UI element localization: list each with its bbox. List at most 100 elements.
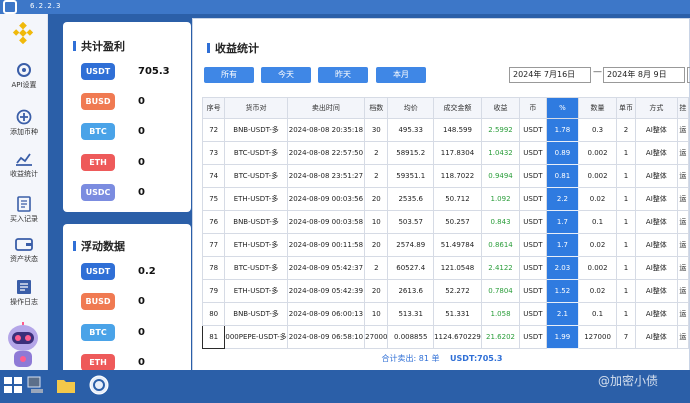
table-cell: ETH-USDT-多 [224, 233, 288, 257]
app-taskbar-icon[interactable] [88, 374, 110, 396]
table-cell: 运 [676, 325, 690, 349]
table-cell: 2.03 [545, 256, 580, 280]
currency-badge-busd: BUSD [81, 93, 115, 110]
table-cell: 运 [676, 233, 690, 257]
table-cell: 1124.670229 [432, 325, 482, 349]
table-cell: 0.81 [545, 164, 580, 188]
sidebar-item-label: 买入记录 [10, 215, 38, 223]
table-cell: AI整体 [635, 118, 678, 142]
currency-badge-busd: BUSD [81, 293, 115, 310]
filter-month-button[interactable]: 本月 [376, 67, 426, 83]
table-cell: BNB-USDT-多 [224, 118, 288, 142]
date-from-input[interactable]: 2024年 7月16日 [509, 67, 591, 83]
col-header[interactable]: 成交金额 [432, 97, 482, 119]
table-cell: 60527.4 [387, 256, 434, 280]
col-header[interactable]: 卖出时间 [286, 97, 366, 119]
table-cell: 1 [615, 302, 637, 326]
table-cell: 50.257 [432, 210, 482, 234]
footer-total: USDT:705.3 [450, 354, 503, 363]
sidebar-item-stats[interactable]: 收益统计 [0, 151, 48, 187]
table-cell: 运 [676, 256, 690, 280]
table-cell: 2.2 [545, 187, 580, 211]
table-cell: 77 [201, 233, 226, 257]
col-header[interactable]: 档数 [364, 97, 389, 119]
table-cell: 121.0548 [432, 256, 482, 280]
table-row[interactable]: 74 BTC-USDT-多 2024-08-08 23:51:27 2 59351.1 1… [201, 164, 690, 188]
table-cell: 79 [201, 279, 226, 303]
filter-all-button[interactable]: 所有 [204, 67, 254, 83]
table-cell: 80 [201, 302, 226, 326]
table-cell: 2535.6 [387, 187, 434, 211]
col-header[interactable]: 序号 [201, 97, 226, 119]
col-header[interactable]: 货币对 [224, 97, 288, 119]
table-cell: 1.7 [545, 210, 580, 234]
table-cell: 73 [201, 141, 226, 165]
table-cell: AI整体 [635, 210, 678, 234]
table-cell: USDT [519, 256, 547, 280]
table-row[interactable]: 73 BTC-USDT-多 2024-08-08 22:57:50 2 58915.2 1… [201, 141, 690, 165]
sidebar-item-label: 资产状态 [10, 255, 38, 263]
col-header[interactable]: 单币 [615, 97, 637, 119]
earnings-dialog: 收益统计 所有 今天 昨天 本月 2024年 7月16日 — 2024年 8月 … [192, 18, 690, 386]
table-cell: BTC-USDT-多 [224, 256, 288, 280]
table-body: 72 BNB-USDT-多 2024-08-08 20:35:18 30 495.33 1… [201, 118, 690, 349]
table-cell: 2574.89 [387, 233, 434, 257]
col-header[interactable]: 均价 [387, 97, 434, 119]
table-row[interactable]: 76 BNB-USDT-多 2024-08-09 00:03:58 10 503.57 5… [201, 210, 690, 234]
sidebar-item-buy-record[interactable]: 买入记录 [0, 196, 48, 232]
table-cell: 148.599 [432, 118, 482, 142]
table-row[interactable]: 81 000PEPE-USDT-多 2024-08-09 06:58:10 27000… [201, 325, 690, 349]
table-cell: 1.78 [545, 118, 580, 142]
sidebar-item-assets[interactable]: 资产状态 [0, 236, 48, 272]
col-header[interactable]: 币 [519, 97, 547, 119]
footer-count: 合计卖出: 81 单 [381, 354, 440, 363]
col-header[interactable]: 挂 [676, 97, 690, 119]
table-row[interactable]: 75 ETH-USDT-多 2024-08-09 00:03:56 20 2535.6 5… [201, 187, 690, 211]
table-cell: USDT [519, 164, 547, 188]
table-cell: AI整体 [635, 233, 678, 257]
col-header[interactable]: % [545, 97, 580, 119]
gear-icon [17, 63, 31, 77]
sidebar-item-api[interactable]: API设置 [0, 62, 48, 98]
table-cell: 0.002 [578, 164, 617, 188]
table-row[interactable]: 77 ETH-USDT-多 2024-08-09 00:11:58 20 2574.89… [201, 233, 690, 257]
sidebar-item-log[interactable]: 操作日志 [0, 279, 48, 315]
table-cell: USDT [519, 141, 547, 165]
table-cell: 1 [615, 279, 637, 303]
computer-icon[interactable] [25, 374, 47, 396]
filter-today-button[interactable]: 今天 [261, 67, 311, 83]
currency-badge-eth: ETH [81, 354, 115, 371]
sidebar-item-add-coin[interactable]: 添加币种 [0, 109, 48, 145]
currency-badge-usdt: USDT [81, 263, 115, 280]
folder-icon[interactable] [55, 374, 77, 396]
table-row[interactable]: 72 BNB-USDT-多 2024-08-08 20:35:18 30 495.33 1… [201, 118, 690, 142]
table-row[interactable]: 79 ETH-USDT-多 2024-08-09 05:42:39 20 2613.6 5… [201, 279, 690, 303]
table-cell: 30 [364, 118, 389, 142]
table-cell: 1.7 [545, 233, 580, 257]
filter-yesterday-button[interactable]: 昨天 [318, 67, 368, 83]
table-cell: AI整体 [635, 187, 678, 211]
table-cell: USDT [519, 302, 547, 326]
table-cell: 2024-08-09 00:11:58 [286, 233, 366, 257]
table-cell: 运 [676, 141, 690, 165]
table-cell: 503.57 [387, 210, 434, 234]
table-cell: 2 [364, 164, 389, 188]
date-to-input[interactable]: 2024年 8月 9日 [603, 67, 685, 83]
date-separator: — [593, 67, 602, 77]
windows-start-icon[interactable] [2, 374, 24, 396]
table-cell: 2024-08-09 05:42:39 [286, 279, 366, 303]
table-cell: 59351.1 [387, 164, 434, 188]
table-row[interactable]: 80 BNB-USDT-多 2024-08-09 06:00:13 10 513.31 5… [201, 302, 690, 326]
table-row[interactable]: 78 BTC-USDT-多 2024-08-09 05:42:37 2 60527.4 1… [201, 256, 690, 280]
table-cell: 2.4122 [480, 256, 521, 280]
table-cell: 0.002 [578, 256, 617, 280]
col-header[interactable]: 收益 [480, 97, 521, 119]
col-header[interactable]: 方式 [635, 97, 678, 119]
float-panel-title: 浮动数据 [73, 238, 125, 254]
col-header[interactable]: 数量 [578, 97, 617, 119]
table-cell: 76 [201, 210, 226, 234]
table-cell: 0.02 [578, 233, 617, 257]
table-cell: 2 [615, 118, 637, 142]
table-cell: 0.02 [578, 187, 617, 211]
table-cell: 0.9494 [480, 164, 521, 188]
